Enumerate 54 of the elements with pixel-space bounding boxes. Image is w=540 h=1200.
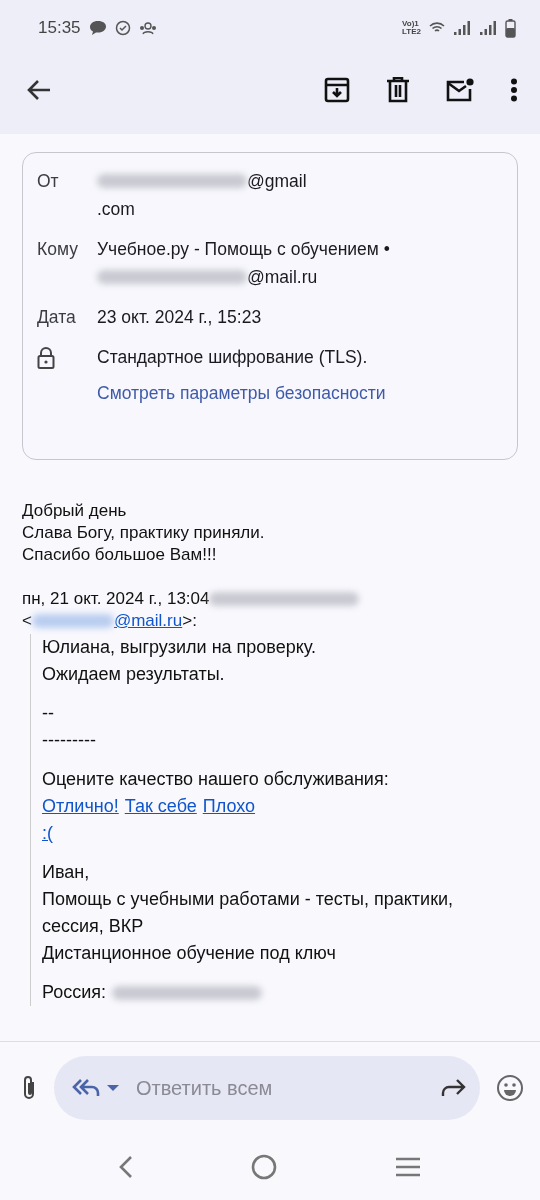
lock-icon [37,347,55,370]
caret-icon [106,1084,120,1092]
quote-text: Юлиана, выгрузили на проверку. [42,636,317,659]
field-value: @gmail [247,170,307,193]
security-link[interactable]: Смотреть параметры безопасности [97,379,386,407]
email-link[interactable]: Плохо [202,793,255,820]
security-text: Стандартное шифрование (TLS). [97,346,369,369]
reply-all-icon [72,1077,100,1099]
more-icon [510,78,518,102]
signal-icon [453,20,471,36]
quote-text: -- [42,702,54,725]
quote-text: Россия: [42,981,107,1004]
field-value: Учебное.ру - Помощь с обучением • [97,238,390,261]
archive-icon [324,77,350,103]
signal-icon [479,20,497,36]
chevron-left-icon [119,1155,133,1179]
quote-text: Иван, [42,861,90,884]
field-label: Дата [37,306,77,329]
reply-input[interactable]: Ответить всем [134,1072,434,1104]
check-circle-icon [114,20,131,36]
wifi-icon [429,21,445,35]
field-value: .com [97,198,135,221]
network-type-label: Vo)1 LTE2 [402,20,421,36]
group-icon [138,21,157,35]
emoji-icon [496,1074,524,1102]
email-link[interactable]: Так себе [124,793,197,820]
email-link[interactable]: @mail.ru [113,610,183,632]
trash-icon [386,77,410,103]
message-line: Слава Богу, практику приняли. [22,522,266,544]
quote-text: Оцените качество нашего обслуживания: [42,768,389,791]
circle-icon [251,1154,277,1180]
forward-icon [440,1078,466,1098]
back-arrow-icon [26,78,52,102]
lines-icon [395,1157,421,1177]
battery-icon [505,18,516,38]
quote-header-text: >: [182,610,197,632]
status-time: 15:35 [38,17,81,40]
quote-text: Дистанционное обучение под ключ [42,942,336,965]
reply-field[interactable]: Ответить всем [54,1056,480,1120]
message-line: Добрый день [22,500,128,522]
quote-text: Помощь с учебными работами - тесты, практики, сессия, ВКР [42,888,455,938]
message-line: Спасибо большое Вам!!! [22,544,218,566]
field-label: От [37,170,60,193]
field-value: @mail.ru [247,266,318,289]
chat-bubble-icon [88,20,107,36]
quote-header-text: < [22,610,32,632]
field-value: 23 окт. 2024 г., 15:23 [97,306,262,329]
mail-icon [446,78,474,102]
email-link[interactable]: Отлично! [42,793,119,820]
quote-text: Ожидаем результаты. [42,663,225,686]
quote-header-text: пн, 21 окт. 2024 г., 13:04 [22,588,210,610]
field-label: Кому [37,238,79,261]
email-link[interactable]: :( [42,820,53,847]
quote-text: --------- [42,729,96,752]
